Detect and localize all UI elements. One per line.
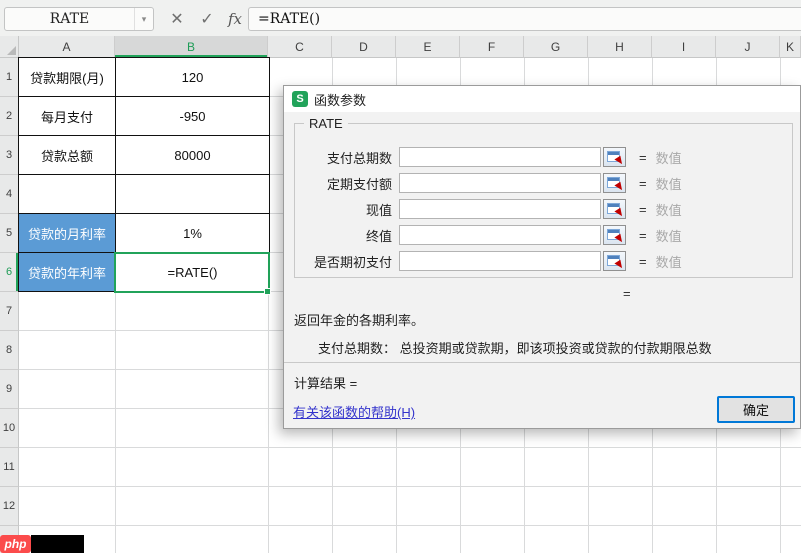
calculation-result-label: 计算结果 = xyxy=(294,373,357,392)
range-picker-icon[interactable] xyxy=(603,199,626,219)
ok-button[interactable]: 确定 xyxy=(717,396,795,423)
equals-sign: = xyxy=(639,176,647,191)
row-header-10[interactable]: 10 xyxy=(0,409,19,448)
help-link[interactable]: 有关该函数的帮助(H) xyxy=(293,402,415,421)
field-row-nper: 支付总期数 = 数值 xyxy=(294,146,682,168)
cell-b2[interactable]: -950 xyxy=(116,97,270,136)
cell-b3[interactable]: 80000 xyxy=(116,136,270,175)
result-hint: 数值 xyxy=(656,148,682,167)
row-header-4[interactable]: 4 xyxy=(0,175,19,214)
pv-label: 现值 xyxy=(294,200,392,219)
result-hint: 数值 xyxy=(656,200,682,219)
cell-a5[interactable]: 贷款的月利率 xyxy=(19,214,116,253)
parameter-hint: 支付总期数： 总投资期或贷款期，即该项投资或贷款的付款期限总数 xyxy=(318,338,712,357)
dialog-title-bar[interactable]: S 函数参数 xyxy=(284,86,800,112)
row-header-2[interactable]: 2 xyxy=(0,97,19,136)
type-label: 是否期初支付 xyxy=(294,252,392,271)
row-header-9[interactable]: 9 xyxy=(0,370,19,409)
function-name-label: RATE xyxy=(304,116,348,131)
field-row-fv: 终值 = 数值 xyxy=(294,224,682,246)
name-box-value: RATE xyxy=(5,11,134,27)
column-header-b[interactable]: B xyxy=(115,36,268,58)
range-picker-icon[interactable] xyxy=(603,225,626,245)
column-header-k[interactable]: K xyxy=(780,36,801,58)
row-header-8[interactable]: 8 xyxy=(0,331,19,370)
php-logo-text: php xyxy=(0,535,31,553)
formula-input[interactable]: =RATE() xyxy=(248,7,801,31)
cell-b5[interactable]: 1% xyxy=(116,214,270,253)
column-header-a[interactable]: A xyxy=(19,36,115,58)
nper-label: 支付总期数 xyxy=(294,148,392,167)
pv-input[interactable] xyxy=(399,199,601,219)
table-row: 每月支付 -950 xyxy=(19,97,270,136)
insert-function-icon[interactable]: fx xyxy=(222,7,248,31)
wps-spreadsheet-icon: S xyxy=(292,91,308,107)
equals-sign: = xyxy=(639,254,647,269)
active-cell-border xyxy=(114,252,270,293)
function-description: 返回年金的各期利率。 xyxy=(294,310,424,329)
table-row: 贷款期限(月) 120 xyxy=(19,58,270,97)
cell-b4[interactable] xyxy=(116,175,270,214)
field-row-pv: 现值 = 数值 xyxy=(294,198,682,220)
result-hint: 数值 xyxy=(656,252,682,271)
select-all-corner[interactable] xyxy=(0,36,19,58)
cell-a4[interactable] xyxy=(19,175,116,214)
dialog-title: 函数参数 xyxy=(314,90,366,109)
range-picker-icon[interactable] xyxy=(603,147,626,167)
cell-b1[interactable]: 120 xyxy=(116,58,270,97)
row-header-1[interactable]: 1 xyxy=(0,58,19,97)
cell-a6[interactable]: 贷款的年利率 xyxy=(19,253,116,292)
row-header-11[interactable]: 11 xyxy=(0,448,19,487)
equals-sign: = xyxy=(639,228,647,243)
formula-result-equals: = xyxy=(623,286,631,301)
column-header-f[interactable]: F xyxy=(460,36,524,58)
row-header-3[interactable]: 3 xyxy=(0,136,19,175)
function-arguments-dialog: S 函数参数 RATE 支付总期数 = 数值 定期支付额 = 数值 现值 = 数… xyxy=(283,85,801,429)
column-header-i[interactable]: I xyxy=(652,36,716,58)
range-picker-icon[interactable] xyxy=(603,173,626,193)
column-header-j[interactable]: J xyxy=(716,36,780,58)
column-header-c[interactable]: C xyxy=(268,36,332,58)
field-row-type: 是否期初支付 = 数值 xyxy=(294,250,682,272)
row-header-6[interactable]: 6 xyxy=(0,253,19,292)
fv-input[interactable] xyxy=(399,225,601,245)
column-header-g[interactable]: G xyxy=(524,36,588,58)
equals-sign: = xyxy=(639,150,647,165)
confirm-icon[interactable]: ✓ xyxy=(194,7,220,31)
row-header-5[interactable]: 5 xyxy=(0,214,19,253)
column-header-e[interactable]: E xyxy=(396,36,460,58)
fv-label: 终值 xyxy=(294,226,392,245)
cell-a1[interactable]: 贷款期限(月) xyxy=(19,58,116,97)
table-row xyxy=(19,175,270,214)
chevron-down-icon[interactable]: ▾ xyxy=(134,8,153,30)
cancel-icon[interactable]: ✕ xyxy=(164,7,190,31)
php-logo: php xyxy=(0,535,84,553)
dialog-divider xyxy=(284,362,800,363)
equals-sign: = xyxy=(639,202,647,217)
type-input[interactable] xyxy=(399,251,601,271)
column-header-d[interactable]: D xyxy=(332,36,396,58)
php-logo-black-block xyxy=(31,535,84,553)
result-hint: 数值 xyxy=(656,174,682,193)
column-header-h[interactable]: H xyxy=(588,36,652,58)
fill-handle[interactable] xyxy=(264,288,271,295)
pmt-label: 定期支付额 xyxy=(294,174,392,193)
cell-a3[interactable]: 贷款总额 xyxy=(19,136,116,175)
field-row-pmt: 定期支付额 = 数值 xyxy=(294,172,682,194)
row-header-12[interactable]: 12 xyxy=(0,487,19,526)
name-box[interactable]: RATE ▾ xyxy=(4,7,154,31)
table-row: 贷款的月利率 1% xyxy=(19,214,270,253)
table-row: 贷款总额 80000 xyxy=(19,136,270,175)
cell-a2[interactable]: 每月支付 xyxy=(19,97,116,136)
range-picker-icon[interactable] xyxy=(603,251,626,271)
formula-toolbar: RATE ▾ ✕ ✓ fx =RATE() xyxy=(0,0,801,37)
row-header-7[interactable]: 7 xyxy=(0,292,19,331)
result-hint: 数值 xyxy=(656,226,682,245)
pmt-input[interactable] xyxy=(399,173,601,193)
nper-input[interactable] xyxy=(399,147,601,167)
